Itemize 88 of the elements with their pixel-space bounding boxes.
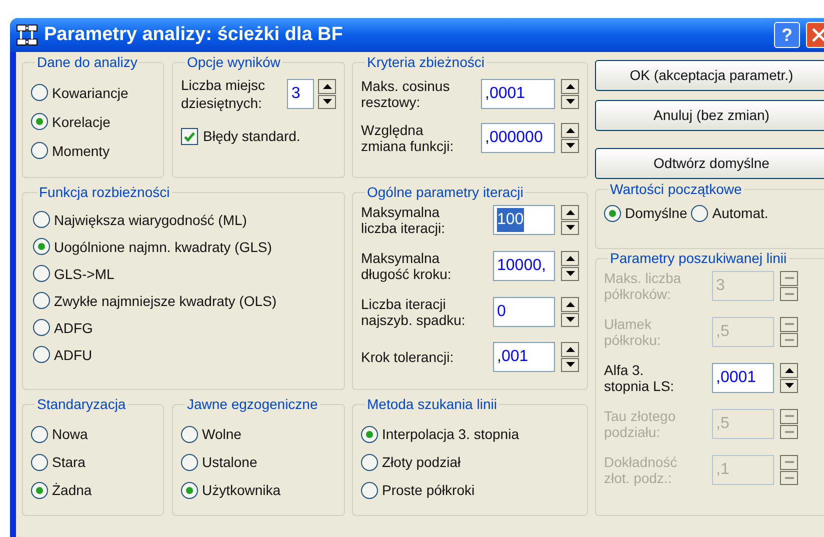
group-title: Kryteria zbieżności — [366, 54, 486, 70]
field-label: Maks. cosinus resztowy: — [361, 78, 451, 110]
input-field[interactable]: ,0001 — [481, 79, 555, 109]
radio-label: Użytkownika — [202, 482, 281, 498]
radio-button[interactable] — [361, 482, 378, 498]
group-title: Opcje wyników — [186, 54, 282, 70]
input-field[interactable]: ,0001 — [712, 363, 774, 393]
radio-label: Złoty podział — [382, 454, 461, 470]
radio-button[interactable] — [181, 482, 198, 498]
radio-label: Korelacje — [52, 114, 110, 130]
checkbox-label: Błędy standard. — [203, 127, 300, 146]
radio-button[interactable] — [33, 211, 50, 228]
group-title: Metoda szukania linii — [366, 396, 498, 412]
group-title: Standaryzacja — [36, 396, 127, 412]
spin-buttons[interactable] — [318, 79, 336, 109]
field-label: Liczba miejsc dziesiętnych: — [181, 76, 266, 112]
radio-label: Automat. — [712, 205, 768, 221]
spin-buttons[interactable] — [780, 363, 798, 393]
dialog-button[interactable]: OK (akceptacja parametr.) — [595, 60, 824, 91]
radio-label: Uogólnione najmn. kwadraty (GLS) — [54, 238, 272, 254]
field-label: Względna zmiana funkcji: — [361, 122, 455, 154]
field-label: Maksymalna liczba iteracji: — [361, 204, 446, 236]
field-label: Alfa 3. stopnia LS: — [604, 362, 676, 394]
radio-button[interactable] — [604, 204, 621, 222]
field-label: Krok tolerancji: — [361, 349, 455, 365]
radio-button[interactable] — [33, 292, 50, 309]
group-title: Dane do analizy — [36, 54, 138, 70]
dialog-button[interactable]: Odtwórz domyślne — [595, 148, 824, 179]
radio-button[interactable] — [33, 238, 50, 255]
radio-label: GLS->ML — [54, 266, 114, 282]
checkbox[interactable] — [181, 128, 198, 145]
group-title: Ogólne parametry iteracji — [366, 184, 524, 200]
field-label: Tau złotego podziału: — [604, 408, 677, 440]
radio-label: Ustalone — [202, 454, 258, 470]
app-icon — [16, 24, 38, 46]
radio-button[interactable] — [31, 84, 48, 101]
input-field[interactable]: 0 — [493, 297, 555, 327]
radio-label: ADFG — [54, 320, 93, 336]
group-title: Wartości początkowe — [609, 181, 743, 197]
group-title: Funkcja rozbieżności — [38, 184, 171, 200]
radio-button[interactable] — [33, 265, 50, 282]
radio-label: Zwykłe najmniejsze kwadraty (OLS) — [54, 292, 277, 308]
group-title: Parametry poszukiwanej linii — [609, 250, 788, 266]
spin-buttons[interactable] — [561, 342, 579, 372]
spin-buttons[interactable] — [561, 205, 579, 235]
help-button[interactable]: ? — [774, 22, 800, 48]
radio-label: Kowariancje — [52, 84, 128, 100]
radio-label: Nowa — [52, 426, 88, 442]
radio-label: Interpolacja 3. stopnia — [382, 426, 519, 442]
spin-buttons[interactable] — [561, 251, 579, 281]
radio-button[interactable] — [31, 113, 48, 130]
spin-buttons[interactable] — [561, 79, 579, 109]
radio-button[interactable] — [31, 426, 48, 442]
spin-buttons[interactable] — [561, 297, 579, 327]
radio-button[interactable] — [31, 482, 48, 498]
radio-label: Żadna — [52, 482, 92, 498]
field-label: Dokładność złot. podz.: — [604, 454, 678, 486]
field-label: Liczba iteracji najszyb. spadku: — [361, 296, 466, 328]
radio-button[interactable] — [33, 319, 50, 336]
input-field[interactable]: ,000000 — [481, 123, 555, 153]
radio-button[interactable] — [691, 204, 708, 222]
dialog-button[interactable]: Anuluj (bez zmian) — [595, 100, 824, 131]
radio-label: Proste półkroki — [382, 482, 475, 498]
input-field[interactable]: ,001 — [493, 342, 555, 372]
radio-button[interactable] — [361, 426, 378, 442]
input-field[interactable]: 100 — [493, 205, 555, 235]
window-title: Parametry analizy: ścieżki dla BF — [44, 22, 344, 47]
radio-button[interactable] — [33, 346, 50, 363]
radio-button[interactable] — [361, 454, 378, 470]
radio-button[interactable] — [181, 426, 198, 442]
radio-button[interactable] — [181, 454, 198, 470]
input-field[interactable]: 3 — [287, 79, 314, 109]
radio-button[interactable] — [31, 142, 48, 159]
radio-label: Największa wiarygodność (ML) — [54, 212, 247, 228]
radio-label: Momenty — [52, 142, 110, 158]
field-label: Maksymalna długość kroku: — [361, 250, 452, 282]
radio-label: Wolne — [202, 426, 242, 442]
radio-label: Stara — [52, 454, 86, 470]
spin-buttons[interactable] — [561, 123, 579, 153]
field-label: Ułamek półkroku: — [604, 316, 662, 348]
input-field[interactable]: 10000, — [493, 251, 555, 281]
radio-button[interactable] — [31, 454, 48, 470]
radio-label: Domyślne — [625, 205, 688, 221]
group-title: Jawne egzogeniczne — [186, 396, 319, 412]
radio-label: ADFU — [54, 346, 92, 362]
field-label: Maks. liczba półkroków: — [604, 270, 682, 302]
close-button[interactable] — [806, 22, 824, 48]
close-icon — [812, 28, 824, 42]
